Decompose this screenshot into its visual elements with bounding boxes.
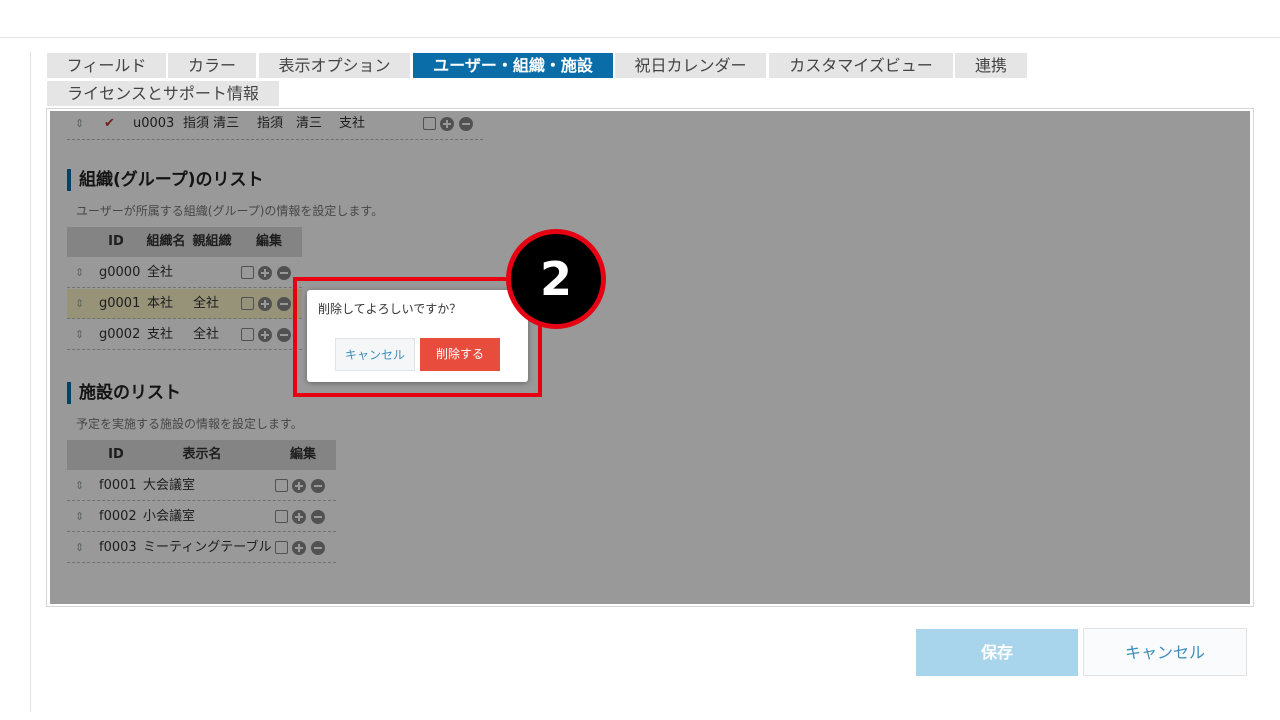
tab-field[interactable]: フィールド [47, 53, 166, 78]
highlight-box [293, 277, 542, 397]
header-divider [0, 37, 1280, 38]
tab-users-groups-facilities[interactable]: ユーザー・組織・施設 [413, 53, 613, 78]
tab-license-support[interactable]: ライセンスとサポート情報 [47, 81, 279, 106]
tab-color[interactable]: カラー [168, 53, 256, 78]
tab-holiday-calendar[interactable]: 祝日カレンダー [615, 53, 766, 78]
left-divider [30, 52, 31, 712]
cancel-button[interactable]: キャンセル [1083, 628, 1247, 676]
tab-integration[interactable]: 連携 [955, 53, 1027, 78]
modal-overlay[interactable] [50, 111, 1250, 604]
save-button[interactable]: 保存 [916, 629, 1078, 676]
tab-display-options[interactable]: 表示オプション [259, 53, 410, 78]
step-number-badge: 2 [506, 229, 606, 329]
tab-customize-view[interactable]: カスタマイズビュー [769, 53, 953, 78]
settings-panel: ⇕ ✔ u0003 指須 清三 指須 清三 支社 組織(グループ)のリスト ユー… [46, 108, 1254, 607]
